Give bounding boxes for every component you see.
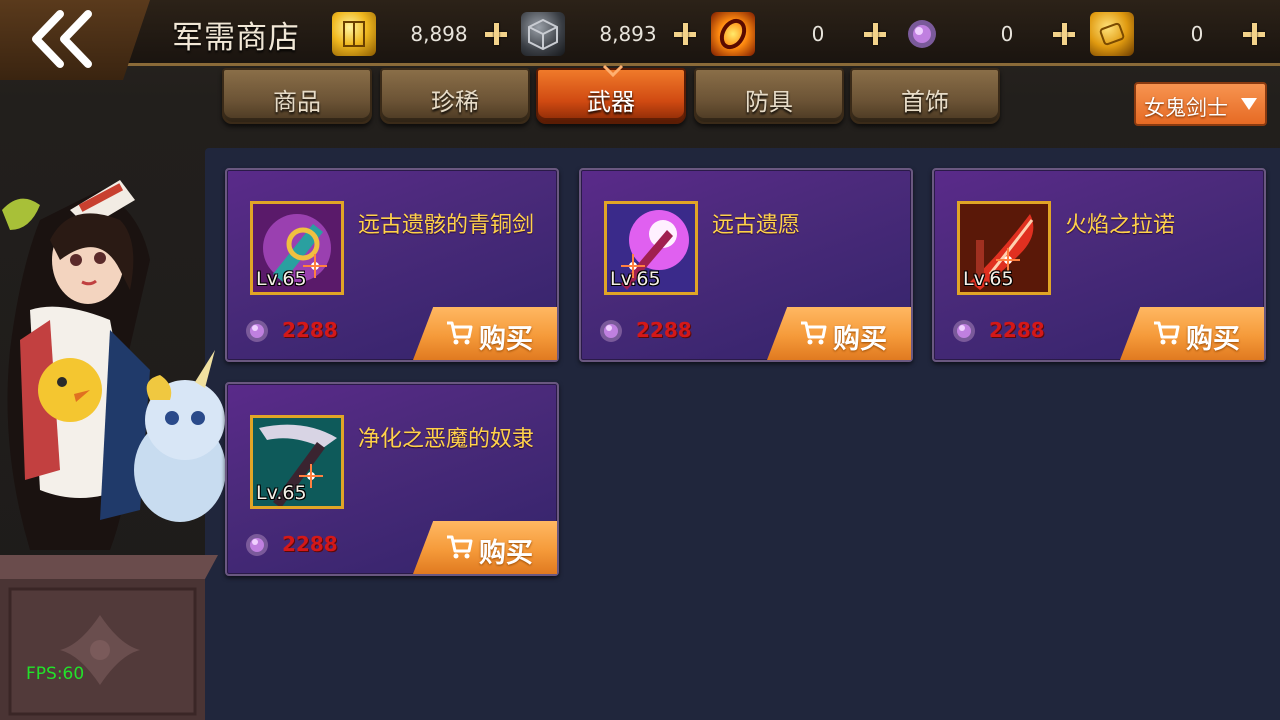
cart-icon [1154,321,1180,345]
class-filter-dropdown[interactable]: 女鬼剑士 [1134,82,1267,126]
tab-accessories[interactable]: 首饰 [850,68,1000,124]
tab-weapons[interactable]: 武器 [536,64,686,124]
purple-gem-icon [246,534,268,556]
double-chevron-left-icon [32,10,92,68]
add-gem-button[interactable] [1046,16,1082,52]
item-name: 净化之恶魔的奴隶 [358,427,535,452]
buy-label: 购买 [1186,324,1240,355]
iron-cube-icon [521,12,565,56]
shop-title: 军需商店 [172,20,300,56]
purple-gem-icon [600,320,622,342]
buy-button[interactable]: 购买 [767,307,911,360]
item-thumbnail: Lv.65 [250,201,344,295]
class-filter-label: 女鬼剑士 [1144,96,1228,120]
tab-active-marker-icon [602,64,624,78]
purple-gem-icon [246,320,268,342]
buy-label: 购买 [479,538,533,569]
add-gold-button[interactable] [478,16,514,52]
add-ring-button[interactable] [857,16,893,52]
item-name: 远古遗愿 [712,213,801,238]
tab-goods-label: 商品 [273,88,321,116]
tab-armor[interactable]: 防具 [694,68,844,124]
shopkeeper-character [2,180,226,550]
item-level: Lv.65 [610,268,661,290]
back-button[interactable] [28,10,98,68]
item-thumbnail: Lv.65 [250,415,344,509]
item-price: 2288 [989,318,1045,342]
tab-accessories-label: 首饰 [901,88,949,116]
buy-button[interactable]: 购买 [1120,307,1264,360]
item-price: 2288 [282,318,338,342]
pedestal-decoration [0,555,218,720]
shop-screen: { "header": { "title": "军需商店", "currenci… [0,0,1280,720]
cart-icon [801,321,827,345]
buy-button[interactable]: 购买 [413,521,557,574]
item-level: Lv.65 [963,268,1014,290]
item-card[interactable]: Lv.65 远古遗愿 2288 购买 [579,168,913,362]
dropdown-arrow-icon [1241,98,1257,110]
add-coin-button[interactable] [1236,16,1272,52]
item-level: Lv.65 [256,268,307,290]
gold-coin-icon [1090,12,1134,56]
item-thumbnail: Lv.65 [604,201,698,295]
buy-label: 购买 [479,324,533,355]
gold-cube-icon [332,12,376,56]
buy-button[interactable]: 购买 [413,307,557,360]
tab-goods[interactable]: 商品 [222,68,372,124]
item-card[interactable]: Lv.65 净化之恶魔的奴隶 2288 购买 [225,382,559,576]
purple-gem-icon [900,12,944,56]
item-name: 远古遗骸的青铜剑 [358,213,535,238]
item-thumbnail: Lv.65 [957,201,1051,295]
item-price: 2288 [282,532,338,556]
add-iron-button[interactable] [667,16,703,52]
cart-icon [447,535,473,559]
fire-ring-icon [711,12,755,56]
fps-counter: FPS:60 [26,664,85,684]
tab-rare-label: 珍稀 [431,88,479,116]
item-level: Lv.65 [256,482,307,504]
tab-armor-label: 防具 [745,88,793,116]
item-price: 2288 [636,318,692,342]
buy-label: 购买 [833,324,887,355]
tab-rare[interactable]: 珍稀 [380,68,530,124]
tab-weapons-label: 武器 [587,88,635,116]
item-name: 火焰之拉诺 [1065,213,1176,238]
item-card[interactable]: Lv.65 远古遗骸的青铜剑 2288 购买 [225,168,559,362]
purple-gem-icon [953,320,975,342]
item-card[interactable]: Lv.65 火焰之拉诺 2288 购买 [932,168,1266,362]
cart-icon [447,321,473,345]
